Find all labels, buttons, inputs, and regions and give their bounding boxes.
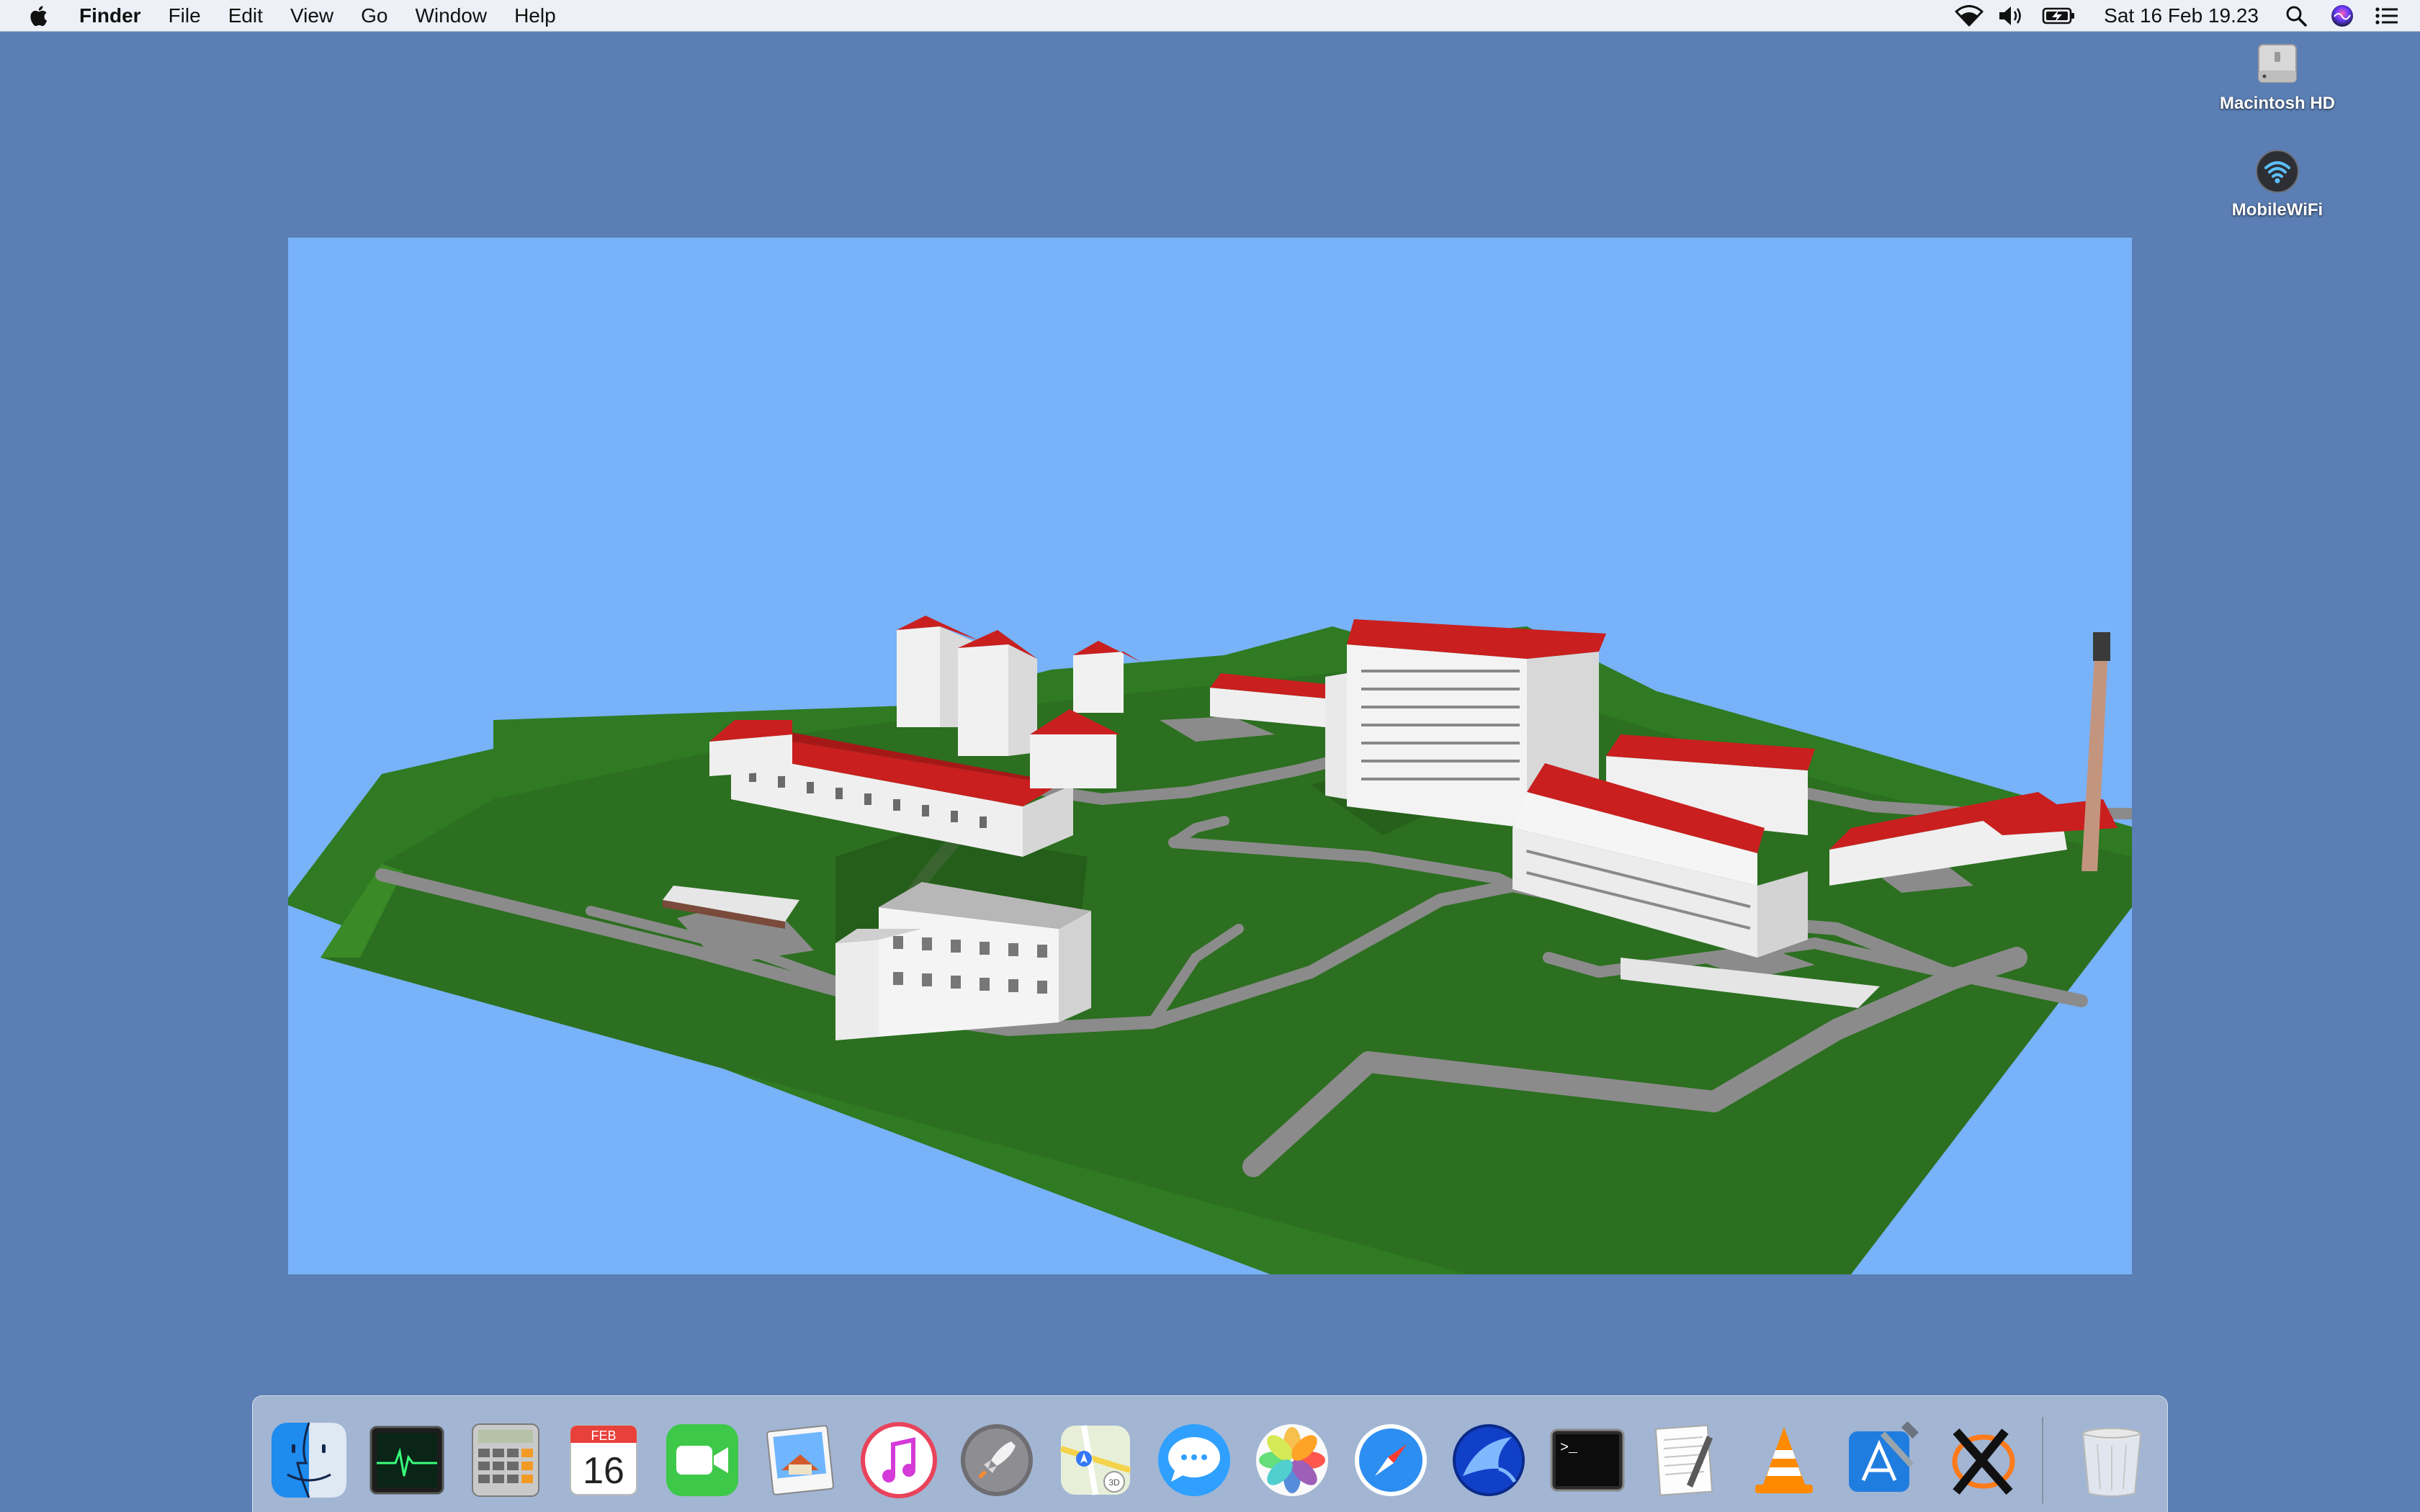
building-tower-2: [958, 630, 1037, 756]
calculator-icon: [471, 1423, 539, 1497]
dock-safari[interactable]: [1348, 1417, 1434, 1503]
3d-scene-viewport[interactable]: [288, 238, 2132, 1274]
dock: FEB 16 3D >_: [252, 1395, 2168, 1512]
dock-activity-monitor[interactable]: [364, 1417, 451, 1503]
terminal-prompt: >_: [1560, 1440, 1578, 1457]
terminal-icon: >_: [1550, 1428, 1625, 1492]
menu-clock[interactable]: Sat 16 Feb 19.23: [2088, 4, 2280, 27]
xquartz-icon: [1952, 1428, 2015, 1495]
spotlight-search-icon[interactable]: [2280, 0, 2312, 32]
menu-bar-left: Finder File Edit View Go Window Help: [0, 0, 570, 31]
calendar-month: FEB: [591, 1428, 617, 1443]
menu-bar: Finder File Edit View Go Window Help Sat…: [0, 0, 2420, 32]
menu-app-finder[interactable]: Finder: [76, 0, 155, 32]
notification-center-icon[interactable]: [2372, 0, 2401, 32]
dock-preview[interactable]: [758, 1417, 844, 1503]
siri-icon[interactable]: [2328, 0, 2357, 32]
dock-launchpad[interactable]: [954, 1417, 1041, 1503]
safari-icon: [1354, 1424, 1427, 1496]
facetime-icon: [666, 1424, 738, 1496]
menu-window[interactable]: Window: [401, 0, 501, 32]
dock-facetime[interactable]: [659, 1417, 745, 1503]
calendar-icon: FEB 16: [570, 1425, 638, 1495]
battery-charging-icon[interactable]: [2040, 0, 2078, 32]
desktop-icon-label: Macintosh HD: [2219, 94, 2335, 113]
dock-maps[interactable]: 3D: [1052, 1417, 1139, 1503]
maps-icon: 3D: [1059, 1425, 1131, 1495]
menu-help[interactable]: Help: [501, 0, 570, 32]
dock-finder[interactable]: [266, 1417, 352, 1503]
dock-seamonkey[interactable]: [1446, 1417, 1532, 1503]
hard-drive-icon: [2258, 44, 2297, 83]
xcode-icon: [1849, 1421, 1919, 1492]
finder-icon: [271, 1422, 346, 1498]
dock-xquartz[interactable]: [1937, 1417, 2024, 1503]
menu-edit[interactable]: Edit: [215, 0, 277, 32]
3d-scene-render: [288, 616, 2132, 1274]
mobile-wifi-icon: [2256, 150, 2299, 193]
messages-icon: [1157, 1424, 1230, 1496]
dock-calendar[interactable]: FEB 16: [561, 1417, 647, 1503]
desktop-icon-macintosh-hd[interactable]: Macintosh HD: [2198, 37, 2357, 114]
dock-xcode[interactable]: [1839, 1417, 1926, 1503]
apple-menu-icon[interactable]: [27, 3, 52, 29]
dock-textedit[interactable]: [1642, 1417, 1729, 1503]
preview-icon: [766, 1425, 835, 1495]
dock-itunes[interactable]: [856, 1417, 942, 1503]
dock-messages[interactable]: [1151, 1417, 1237, 1503]
calendar-day: 16: [583, 1450, 624, 1492]
desktop-icon-label: MobileWiFi: [2231, 200, 2323, 220]
dock-separator: [2041, 1417, 2043, 1503]
menu-go[interactable]: Go: [347, 0, 401, 32]
trash-icon: [2082, 1428, 2142, 1497]
vlc-icon: [1754, 1427, 1813, 1493]
volume-icon[interactable]: [1994, 0, 2027, 32]
seamonkey-icon: [1453, 1424, 1525, 1496]
dock-trash[interactable]: [2069, 1417, 2156, 1503]
maps-3d-badge: 3D: [1108, 1477, 1120, 1488]
photos-icon: [1256, 1424, 1329, 1496]
dock-photos[interactable]: [1249, 1417, 1335, 1503]
dock-calculator[interactable]: [462, 1417, 549, 1503]
textedit-icon: [1655, 1424, 1713, 1496]
itunes-icon: [860, 1422, 937, 1498]
activity-monitor-icon: [369, 1426, 444, 1495]
menu-bar-status: Sat 16 Feb 19.23: [1953, 0, 2420, 32]
wifi-icon[interactable]: [1953, 0, 1986, 32]
menu-view[interactable]: View: [277, 0, 347, 32]
menu-file[interactable]: File: [155, 0, 215, 32]
dock-vlc[interactable]: [1741, 1417, 1827, 1503]
dock-terminal[interactable]: >_: [1544, 1417, 1631, 1503]
desktop-icon-mobilewifi[interactable]: MobileWiFi: [2198, 148, 2357, 220]
launchpad-icon: [961, 1424, 1034, 1496]
